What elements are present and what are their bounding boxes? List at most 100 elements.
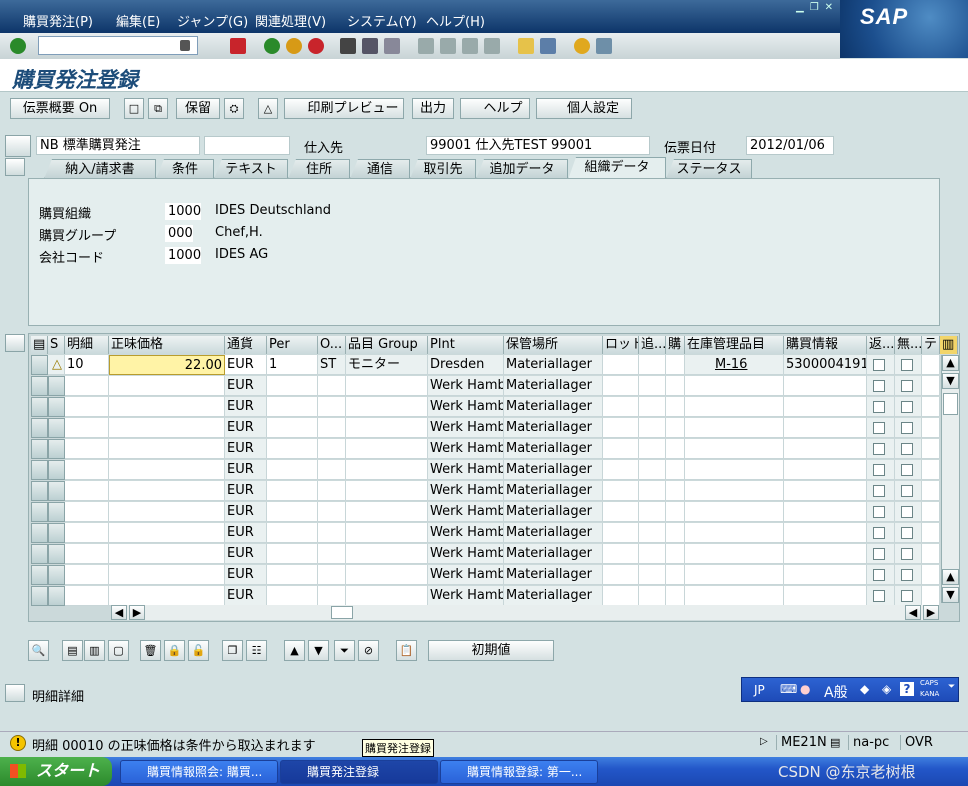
checkbox[interactable] (901, 359, 913, 371)
vertical-scrollbar[interactable]: ▲ ▼ ▲ ▼ (941, 355, 959, 603)
cell-info-record[interactable]: 5300004191 (784, 355, 867, 375)
cell-plant[interactable]: Werk Hamburg (428, 502, 504, 522)
checkbox[interactable] (901, 464, 913, 476)
cell-material-group[interactable] (346, 460, 428, 480)
cell-item[interactable] (65, 544, 109, 564)
output-button[interactable]: 出力 (412, 98, 454, 119)
insert-mode[interactable]: OVR (900, 735, 933, 750)
checkbox[interactable] (901, 569, 913, 581)
cell-text[interactable] (922, 523, 940, 543)
cell-free-of-charge[interactable] (895, 439, 922, 459)
next-page-icon[interactable] (462, 38, 478, 54)
row-selector[interactable] (31, 418, 48, 438)
cell-storage-location[interactable]: Materiallager (504, 481, 603, 501)
cell-returns[interactable] (867, 397, 895, 417)
cell-material-group[interactable] (346, 502, 428, 522)
sort-ascending-icon[interactable]: ▲ (284, 640, 305, 661)
cell-status[interactable] (48, 565, 65, 585)
window-controls[interactable]: ▁❐✕ (796, 2, 839, 13)
menu-environment[interactable]: 関連処理(V) (255, 11, 326, 30)
input-mode[interactable]: A般 (824, 682, 848, 702)
cell-net-price[interactable] (109, 523, 225, 543)
table-row[interactable]: EUR Werk HamburgMateriallager (29, 418, 940, 439)
cell-batch[interactable] (603, 523, 639, 543)
scroll-up-icon[interactable]: ▲ (942, 355, 959, 371)
checkbox[interactable] (901, 401, 913, 413)
cell-net-price[interactable] (109, 376, 225, 396)
cell-per[interactable] (267, 523, 318, 543)
cell-item[interactable] (65, 502, 109, 522)
cell-info-record[interactable] (784, 439, 867, 459)
scroll-page-down-icon[interactable]: ▼ (942, 587, 959, 603)
cell-tracking[interactable] (639, 397, 666, 417)
shortcut-icon[interactable] (540, 38, 556, 54)
cell-storage-location[interactable]: Materiallager (504, 586, 603, 606)
table-row[interactable]: EUR Werk HamburgMateriallager (29, 502, 940, 523)
cell-batch[interactable] (603, 565, 639, 585)
cell-info-record[interactable] (784, 418, 867, 438)
select-all-icon[interactable]: ▤ (31, 336, 48, 354)
cell-per[interactable] (267, 586, 318, 606)
cell-info-record[interactable] (784, 376, 867, 396)
cell-plant[interactable]: Werk Hamburg (428, 439, 504, 459)
checkbox[interactable] (873, 464, 885, 476)
column-header-status[interactable]: S (48, 336, 65, 354)
help-button[interactable]: ヘルプ (460, 98, 530, 119)
cell-item[interactable] (65, 376, 109, 396)
checkbox[interactable] (873, 485, 885, 497)
cell-stock-item[interactable] (685, 544, 784, 564)
tab-additional-data[interactable]: 追加データ (476, 159, 568, 179)
cell-plant[interactable]: Werk Hamburg (428, 460, 504, 480)
table-row[interactable]: EUR Werk HamburgMateriallager (29, 586, 940, 607)
document-type-select[interactable]: NB 標準購買発注 (36, 136, 200, 155)
cell-net-price[interactable]: 22.00 (109, 355, 225, 375)
cell-per[interactable] (267, 481, 318, 501)
items-toggle-icon[interactable] (5, 334, 25, 352)
cell-net-price[interactable] (109, 439, 225, 459)
cell-item[interactable] (65, 397, 109, 417)
cell-free-of-charge[interactable] (895, 544, 922, 564)
messages-icon[interactable]: △ (258, 98, 278, 119)
ime-language[interactable]: JP (754, 683, 765, 697)
tab-status[interactable]: ステータス (666, 159, 752, 179)
cell-order-unit[interactable] (318, 523, 346, 543)
menu-system[interactable]: システム(Y) (347, 11, 417, 30)
status-message[interactable]: 明細 00010 の正味価格は条件から取込まれます (32, 735, 316, 754)
cell-info-record[interactable] (784, 502, 867, 522)
cell-text[interactable] (922, 565, 940, 585)
cell-order-unit[interactable] (318, 586, 346, 606)
cell-item[interactable] (65, 460, 109, 480)
row-selector[interactable] (31, 460, 48, 480)
cell-info-record[interactable] (784, 481, 867, 501)
cell-status[interactable] (48, 502, 65, 522)
cell-material-group[interactable] (346, 481, 428, 501)
cell-tracking[interactable] (639, 376, 666, 396)
select-all-items-icon[interactable]: ▤ (62, 640, 83, 661)
cell-info-record[interactable] (784, 586, 867, 606)
cell-free-of-charge[interactable] (895, 565, 922, 585)
cell-returns[interactable] (867, 586, 895, 606)
column-header-info-record[interactable]: 購買情報 (784, 336, 867, 354)
cell-plant[interactable]: Werk Hamburg (428, 481, 504, 501)
cell-free-of-charge[interactable] (895, 481, 922, 501)
table-row[interactable]: EUR Werk HamburgMateriallager (29, 544, 940, 565)
last-page-icon[interactable] (484, 38, 500, 54)
row-selector[interactable] (31, 481, 48, 501)
cell-requisitioner[interactable] (666, 460, 685, 480)
cell-stock-item[interactable] (685, 418, 784, 438)
cell-requisitioner[interactable] (666, 418, 685, 438)
personal-settings-button[interactable]: 個人設定 (536, 98, 632, 119)
tab-texts[interactable]: テキスト (214, 159, 288, 179)
cell-storage-location[interactable]: Materiallager (504, 544, 603, 564)
cell-order-unit[interactable] (318, 502, 346, 522)
cell-free-of-charge[interactable] (895, 460, 922, 480)
cell-order-unit[interactable] (318, 460, 346, 480)
cell-batch[interactable] (603, 397, 639, 417)
cell-returns[interactable] (867, 418, 895, 438)
start-button[interactable]: スタート (0, 757, 112, 786)
command-field[interactable] (38, 36, 198, 55)
checkbox[interactable] (873, 548, 885, 560)
document-overview-button[interactable]: 伝票概要 On (10, 98, 110, 119)
column-header-currency[interactable]: 通貨 (225, 336, 267, 354)
cell-storage-location[interactable]: Materiallager (504, 502, 603, 522)
